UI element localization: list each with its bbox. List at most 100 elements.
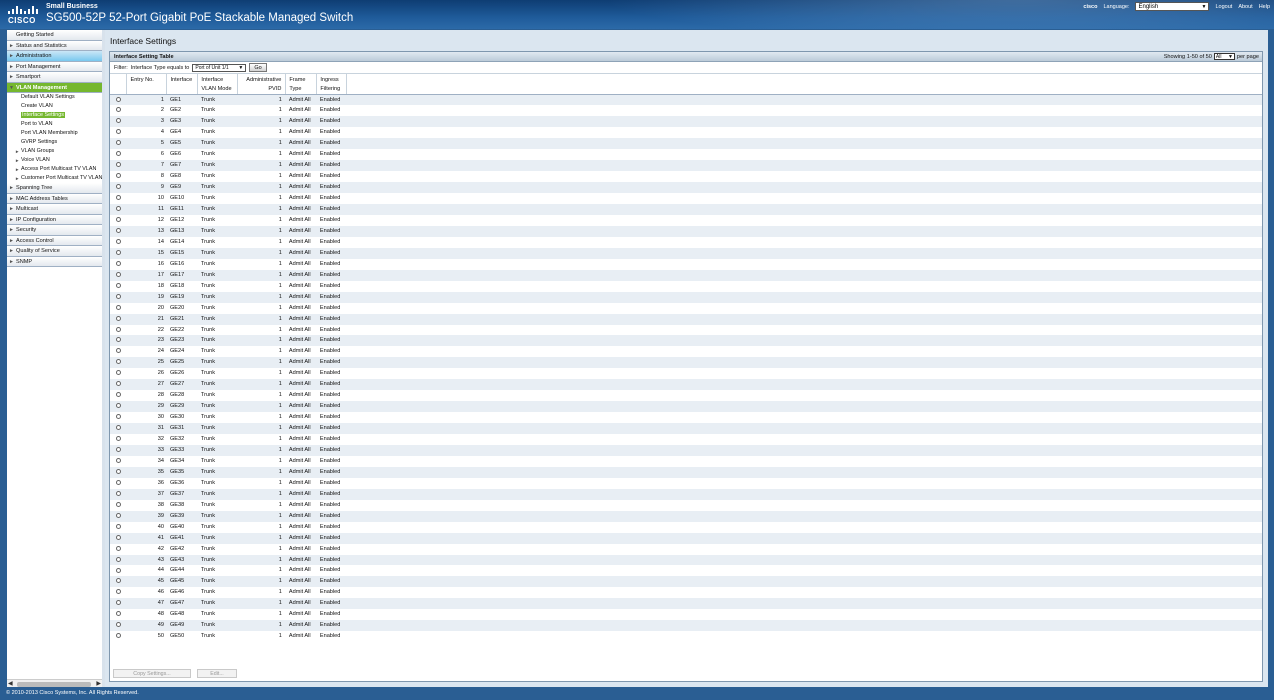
table-row[interactable]: 50 GE50 Trunk 1 Admit All Enabled (110, 631, 1262, 643)
sidebar-item-gvrp-settings[interactable]: GVRP Settings (7, 138, 102, 147)
row-radio-button[interactable] (115, 348, 121, 354)
row-radio-button[interactable] (115, 326, 121, 332)
row-radio-button[interactable] (115, 633, 121, 639)
sidebar-item-multicast[interactable]: ► Multicast (7, 204, 102, 215)
table-row[interactable]: 25 GE25 Trunk 1 Admit All Enabled (110, 357, 1262, 369)
table-row[interactable]: 15 GE15 Trunk 1 Admit All Enabled (110, 247, 1262, 259)
sidebar-item-port-management[interactable]: ► Port Management (7, 61, 102, 72)
row-radio-button[interactable] (115, 567, 121, 573)
table-row[interactable]: 36 GE36 Trunk 1 Admit All Enabled (110, 477, 1262, 489)
table-row[interactable]: 18 GE18 Trunk 1 Admit All Enabled (110, 280, 1262, 292)
row-radio-button[interactable] (115, 490, 121, 496)
row-radio-button[interactable] (115, 403, 121, 409)
table-row[interactable]: 21 GE21 Trunk 1 Admit All Enabled (110, 313, 1262, 325)
table-row[interactable]: 45 GE45 Trunk 1 Admit All Enabled (110, 576, 1262, 588)
row-radio-button[interactable] (115, 96, 121, 102)
table-row[interactable]: 11 GE11 Trunk 1 Admit All Enabled (110, 204, 1262, 215)
row-radio-button[interactable] (115, 206, 121, 212)
row-radio-button[interactable] (115, 457, 121, 463)
row-radio-button[interactable] (115, 282, 121, 288)
table-row[interactable]: 43 GE43 Trunk 1 Admit All Enabled (110, 554, 1262, 566)
interface-type-select[interactable]: Port of Unit 1/1 ▼ (192, 63, 247, 72)
table-row[interactable]: 5 GE5 Trunk 1 Admit All Enabled (110, 138, 1262, 150)
row-radio-button[interactable] (115, 129, 121, 135)
row-radio-button[interactable] (115, 622, 121, 628)
table-row[interactable]: 27 GE27 Trunk 1 Admit All Enabled (110, 379, 1262, 391)
table-row[interactable]: 40 GE40 Trunk 1 Admit All Enabled (110, 521, 1262, 533)
sidebar-item-vlan-groups[interactable]: ► VLAN Groups (7, 147, 102, 156)
table-row[interactable]: 14 GE14 Trunk 1 Admit All Enabled (110, 236, 1262, 248)
row-radio-button[interactable] (115, 271, 121, 277)
row-radio-button[interactable] (115, 337, 121, 343)
sidebar-item-vlan-management[interactable]: ▼ VLAN Management (7, 82, 102, 93)
table-row[interactable]: 20 GE20 Trunk 1 Admit All Enabled (110, 302, 1262, 314)
sidebar-item-voice-vlan[interactable]: ► Voice VLAN (7, 156, 102, 165)
sidebar-item-administration[interactable]: ► Administration (7, 51, 102, 62)
row-radio-button[interactable] (115, 140, 121, 146)
table-row[interactable]: 12 GE12 Trunk 1 Admit All Enabled (110, 214, 1262, 226)
copy-settings-button[interactable]: Copy Settings... (113, 669, 191, 678)
table-row[interactable]: 1 GE1 Trunk 1 Admit All Enabled (110, 94, 1262, 106)
help-link[interactable]: Help (1259, 4, 1270, 10)
sidebar-item-access-port-multicast-tv-vlan[interactable]: ► Access Port Multicast TV VLAN (7, 165, 102, 174)
row-radio-button[interactable] (115, 545, 121, 551)
row-radio-button[interactable] (115, 315, 121, 321)
sidebar-item-status-and-statistics[interactable]: ► Status and Statistics (7, 40, 102, 51)
table-row[interactable]: 46 GE46 Trunk 1 Admit All Enabled (110, 587, 1262, 599)
row-radio-button[interactable] (115, 468, 121, 474)
table-row[interactable]: 48 GE48 Trunk 1 Admit All Enabled (110, 609, 1262, 621)
row-radio-button[interactable] (115, 293, 121, 299)
table-row[interactable]: 34 GE34 Trunk 1 Admit All Enabled (110, 455, 1262, 467)
table-row[interactable]: 44 GE44 Trunk 1 Admit All Enabled (110, 565, 1262, 577)
row-radio-button[interactable] (115, 107, 121, 113)
about-link[interactable]: About (1238, 4, 1252, 10)
table-row[interactable]: 39 GE39 Trunk 1 Admit All Enabled (110, 510, 1262, 522)
sidebar-item-smartport[interactable]: ► Smartport (7, 72, 102, 83)
row-radio-button[interactable] (115, 534, 121, 540)
table-row[interactable]: 9 GE9 Trunk 1 Admit All Enabled (110, 182, 1262, 194)
table-row[interactable]: 26 GE26 Trunk 1 Admit All Enabled (110, 368, 1262, 380)
sidebar-item-create-vlan[interactable]: Create VLAN (7, 102, 102, 111)
sidebar-item-snmp[interactable]: ► SNMP (7, 256, 102, 267)
row-radio-button[interactable] (115, 501, 121, 507)
row-radio-button[interactable] (115, 184, 121, 190)
row-radio-button[interactable] (115, 173, 121, 179)
table-row[interactable]: 32 GE32 Trunk 1 Admit All Enabled (110, 434, 1262, 445)
row-radio-button[interactable] (115, 425, 121, 431)
scroll-right-icon[interactable]: ▶ (96, 680, 101, 687)
table-row[interactable]: 37 GE37 Trunk 1 Admit All Enabled (110, 488, 1262, 500)
language-select[interactable]: English ▼ (1135, 2, 1210, 11)
table-row[interactable]: 22 GE22 Trunk 1 Admit All Enabled (110, 324, 1262, 336)
scrollbar-thumb[interactable] (17, 681, 91, 687)
per-page-select[interactable]: All ▼ (1213, 53, 1235, 60)
table-row[interactable]: 41 GE41 Trunk 1 Admit All Enabled (110, 532, 1262, 544)
table-row[interactable]: 3 GE3 Trunk 1 Admit All Enabled (110, 116, 1262, 128)
edit-button[interactable]: Edit... (197, 669, 237, 678)
row-radio-button[interactable] (115, 359, 121, 365)
sidebar-item-interface-settings[interactable]: Interface Settings (7, 111, 102, 120)
sidebar-item-access-control[interactable]: ► Access Control (7, 235, 102, 246)
table-row[interactable]: 2 GE2 Trunk 1 Admit All Enabled (110, 105, 1262, 117)
sidebar-item-spanning-tree[interactable]: ► Spanning Tree (7, 183, 102, 194)
row-radio-button[interactable] (115, 260, 121, 266)
row-radio-button[interactable] (115, 370, 121, 376)
sidebar-item-port-vlan-membership[interactable]: Port VLAN Membership (7, 129, 102, 138)
table-row[interactable]: 8 GE8 Trunk 1 Admit All Enabled (110, 171, 1262, 183)
row-radio-button[interactable] (115, 447, 121, 453)
row-radio-button[interactable] (115, 118, 121, 124)
row-radio-button[interactable] (115, 523, 121, 529)
row-radio-button[interactable] (115, 227, 121, 233)
sidebar-item-ip-configuration[interactable]: ► IP Configuration (7, 214, 102, 225)
table-row[interactable]: 28 GE28 Trunk 1 Admit All Enabled (110, 390, 1262, 402)
table-row[interactable]: 31 GE31 Trunk 1 Admit All Enabled (110, 423, 1262, 435)
row-radio-button[interactable] (115, 512, 121, 518)
table-row[interactable]: 13 GE13 Trunk 1 Admit All Enabled (110, 225, 1262, 237)
sidebar-scrollbar[interactable]: ◀ ▶ (7, 679, 102, 687)
row-radio-button[interactable] (115, 436, 121, 442)
row-radio-button[interactable] (115, 249, 121, 255)
table-row[interactable]: 35 GE35 Trunk 1 Admit All Enabled (110, 466, 1262, 478)
go-button[interactable]: Go (249, 63, 267, 72)
sidebar-item-quality-of-service[interactable]: ► Quality of Service (7, 246, 102, 257)
sidebar-item-default-vlan-settings[interactable]: Default VLAN Settings (7, 93, 102, 102)
table-row[interactable]: 6 GE6 Trunk 1 Admit All Enabled (110, 149, 1262, 161)
